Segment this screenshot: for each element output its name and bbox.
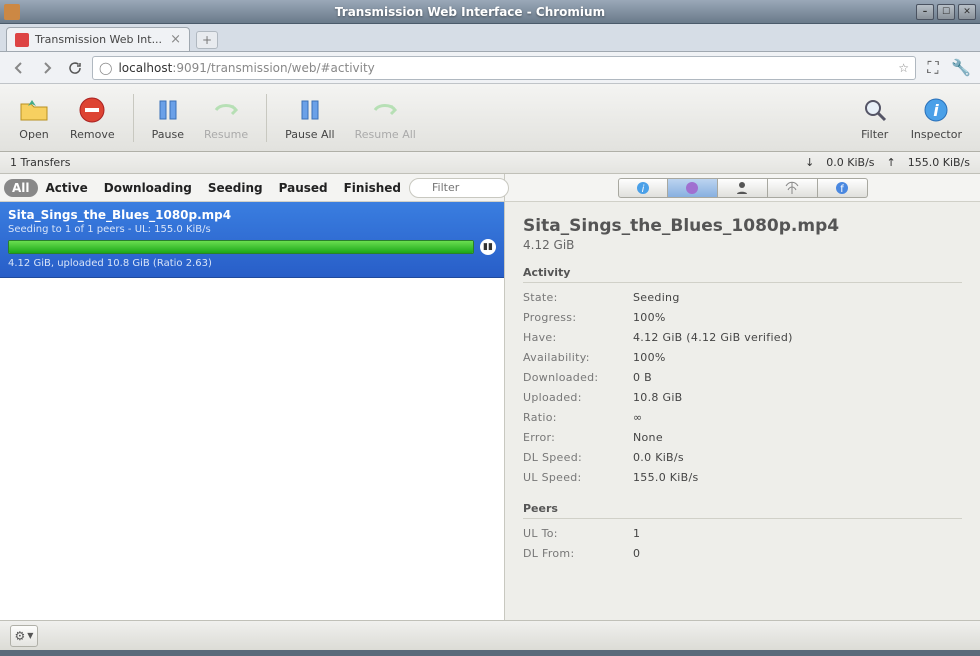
filter-input[interactable]	[409, 178, 509, 198]
browser-tab[interactable]: Transmission Web Int... ×	[6, 27, 190, 51]
torrent-name: Sita_Sings_the_Blues_1080p.mp4	[8, 208, 496, 222]
dl-speed-value: 0.0 KiB/s	[633, 451, 962, 464]
resume-all-button[interactable]: Resume All	[349, 90, 422, 145]
maximize-button[interactable]: ☐	[937, 4, 955, 20]
browser-navbar: ◯ localhost:9091/transmission/web/#activ…	[0, 52, 980, 84]
transmission-toolbar: Open Remove Pause Resume Pause All Resum…	[0, 84, 980, 152]
app-icon	[4, 4, 20, 20]
resume-button[interactable]: Resume	[198, 90, 254, 145]
peers-grid: UL To:1 DL From:0	[523, 527, 962, 560]
transfers-count: 1 Transfers	[10, 156, 70, 169]
url-host: localhost	[118, 61, 172, 75]
upload-arrow-icon: ↑	[887, 156, 896, 169]
inspector-size: 4.12 GiB	[523, 238, 962, 252]
svg-text:i: i	[934, 101, 940, 120]
resume-icon	[210, 94, 242, 126]
filter-finished[interactable]: Finished	[336, 179, 409, 197]
magnifier-icon	[859, 94, 891, 126]
filter-seeding[interactable]: Seeding	[200, 179, 271, 197]
forward-button[interactable]	[36, 57, 58, 79]
open-button[interactable]: Open	[12, 90, 56, 145]
ul-to-value: 1	[633, 527, 962, 540]
state-value: Seeding	[633, 291, 962, 304]
svg-text:i: i	[641, 184, 644, 195]
minimize-button[interactable]: –	[916, 4, 934, 20]
availability-value: 100%	[633, 351, 962, 364]
torrent-substatus: Seeding to 1 of 1 peers - UL: 155.0 KiB/…	[8, 224, 496, 235]
pause-all-button[interactable]: Pause All	[279, 90, 340, 145]
tab-close-icon[interactable]: ×	[170, 32, 181, 47]
back-button[interactable]	[8, 57, 30, 79]
download-arrow-icon: ↓	[805, 156, 814, 169]
folder-open-icon	[18, 94, 50, 126]
status-bar: 1 Transfers ↓ 0.0 KiB/s ↑ 155.0 KiB/s	[0, 152, 980, 174]
ratio-value: ∞	[633, 411, 962, 424]
activity-section-header: Activity	[523, 266, 962, 283]
pause-button[interactable]: Pause	[146, 90, 190, 145]
browser-tabstrip: Transmission Web Int... × +	[0, 24, 980, 52]
peers-section-header: Peers	[523, 502, 962, 519]
settings-gear-button[interactable]: ⚙ ▼	[10, 625, 38, 647]
url-path: :9091/transmission/web/#activity	[172, 61, 374, 75]
favicon-icon	[15, 33, 29, 47]
torrent-stats: 4.12 GiB, uploaded 10.8 GiB (Ratio 2.63)	[8, 258, 496, 269]
global-ul-speed: 155.0 KiB/s	[908, 156, 970, 169]
have-value: 4.12 GiB (4.12 GiB verified)	[633, 331, 962, 344]
torrent-list-panel: All Active Downloading Seeding Paused Fi…	[0, 174, 505, 620]
chevron-down-icon: ▼	[27, 631, 33, 640]
filter-button[interactable]: Filter	[853, 90, 897, 145]
bottom-bar: ⚙ ▼	[0, 620, 980, 650]
remove-button[interactable]: Remove	[64, 90, 121, 145]
globe-icon: ◯	[99, 61, 112, 75]
inspector-tab-activity[interactable]	[668, 178, 718, 198]
global-dl-speed: 0.0 KiB/s	[826, 156, 874, 169]
close-button[interactable]: ✕	[958, 4, 976, 20]
filter-row: All Active Downloading Seeding Paused Fi…	[0, 174, 504, 202]
ul-speed-value: 155.0 KiB/s	[633, 471, 962, 484]
pause-all-icon	[294, 94, 326, 126]
inspector-panel: i f Sita_Sings_the_Blues_1080p.mp4 4.12 …	[505, 174, 980, 620]
filter-paused[interactable]: Paused	[271, 179, 336, 197]
window-titlebar: Transmission Web Interface - Chromium – …	[0, 0, 980, 24]
inspector-tab-files[interactable]: f	[818, 178, 868, 198]
window-title: Transmission Web Interface - Chromium	[24, 5, 916, 19]
torrent-row[interactable]: Sita_Sings_the_Blues_1080p.mp4 Seeding t…	[0, 202, 504, 278]
torrent-pause-button[interactable]: ▮▮	[480, 239, 496, 255]
inspector-button[interactable]: i Inspector	[905, 90, 968, 145]
reload-button[interactable]	[64, 57, 86, 79]
wrench-menu-icon[interactable]: 🔧	[950, 57, 972, 79]
downloaded-value: 0 B	[633, 371, 962, 384]
inspector-tab-info[interactable]: i	[618, 178, 668, 198]
svg-text:f: f	[840, 184, 844, 195]
uploaded-value: 10.8 GiB	[633, 391, 962, 404]
error-value: None	[633, 431, 962, 444]
url-bar[interactable]: ◯ localhost:9091/transmission/web/#activ…	[92, 56, 916, 80]
inspector-tab-trackers[interactable]	[768, 178, 818, 198]
fullscreen-icon[interactable]: ⛶	[922, 57, 944, 79]
progress-value: 100%	[633, 311, 962, 324]
gear-icon: ⚙	[15, 629, 26, 643]
info-icon: i	[920, 94, 952, 126]
bookmark-star-icon[interactable]: ☆	[898, 61, 909, 75]
activity-grid: State:Seeding Progress:100% Have:4.12 Gi…	[523, 291, 962, 484]
new-tab-button[interactable]: +	[196, 31, 218, 49]
torrent-progress-bar	[8, 240, 474, 254]
pause-icon	[152, 94, 184, 126]
remove-icon	[76, 94, 108, 126]
filter-downloading[interactable]: Downloading	[96, 179, 200, 197]
filter-active[interactable]: Active	[38, 179, 96, 197]
inspector-title: Sita_Sings_the_Blues_1080p.mp4	[523, 216, 962, 236]
inspector-tabs: i f	[505, 174, 980, 202]
inspector-tab-peers[interactable]	[718, 178, 768, 198]
tab-title: Transmission Web Int...	[35, 33, 162, 46]
dl-from-value: 0	[633, 547, 962, 560]
filter-all[interactable]: All	[4, 179, 38, 197]
resume-all-icon	[369, 94, 401, 126]
